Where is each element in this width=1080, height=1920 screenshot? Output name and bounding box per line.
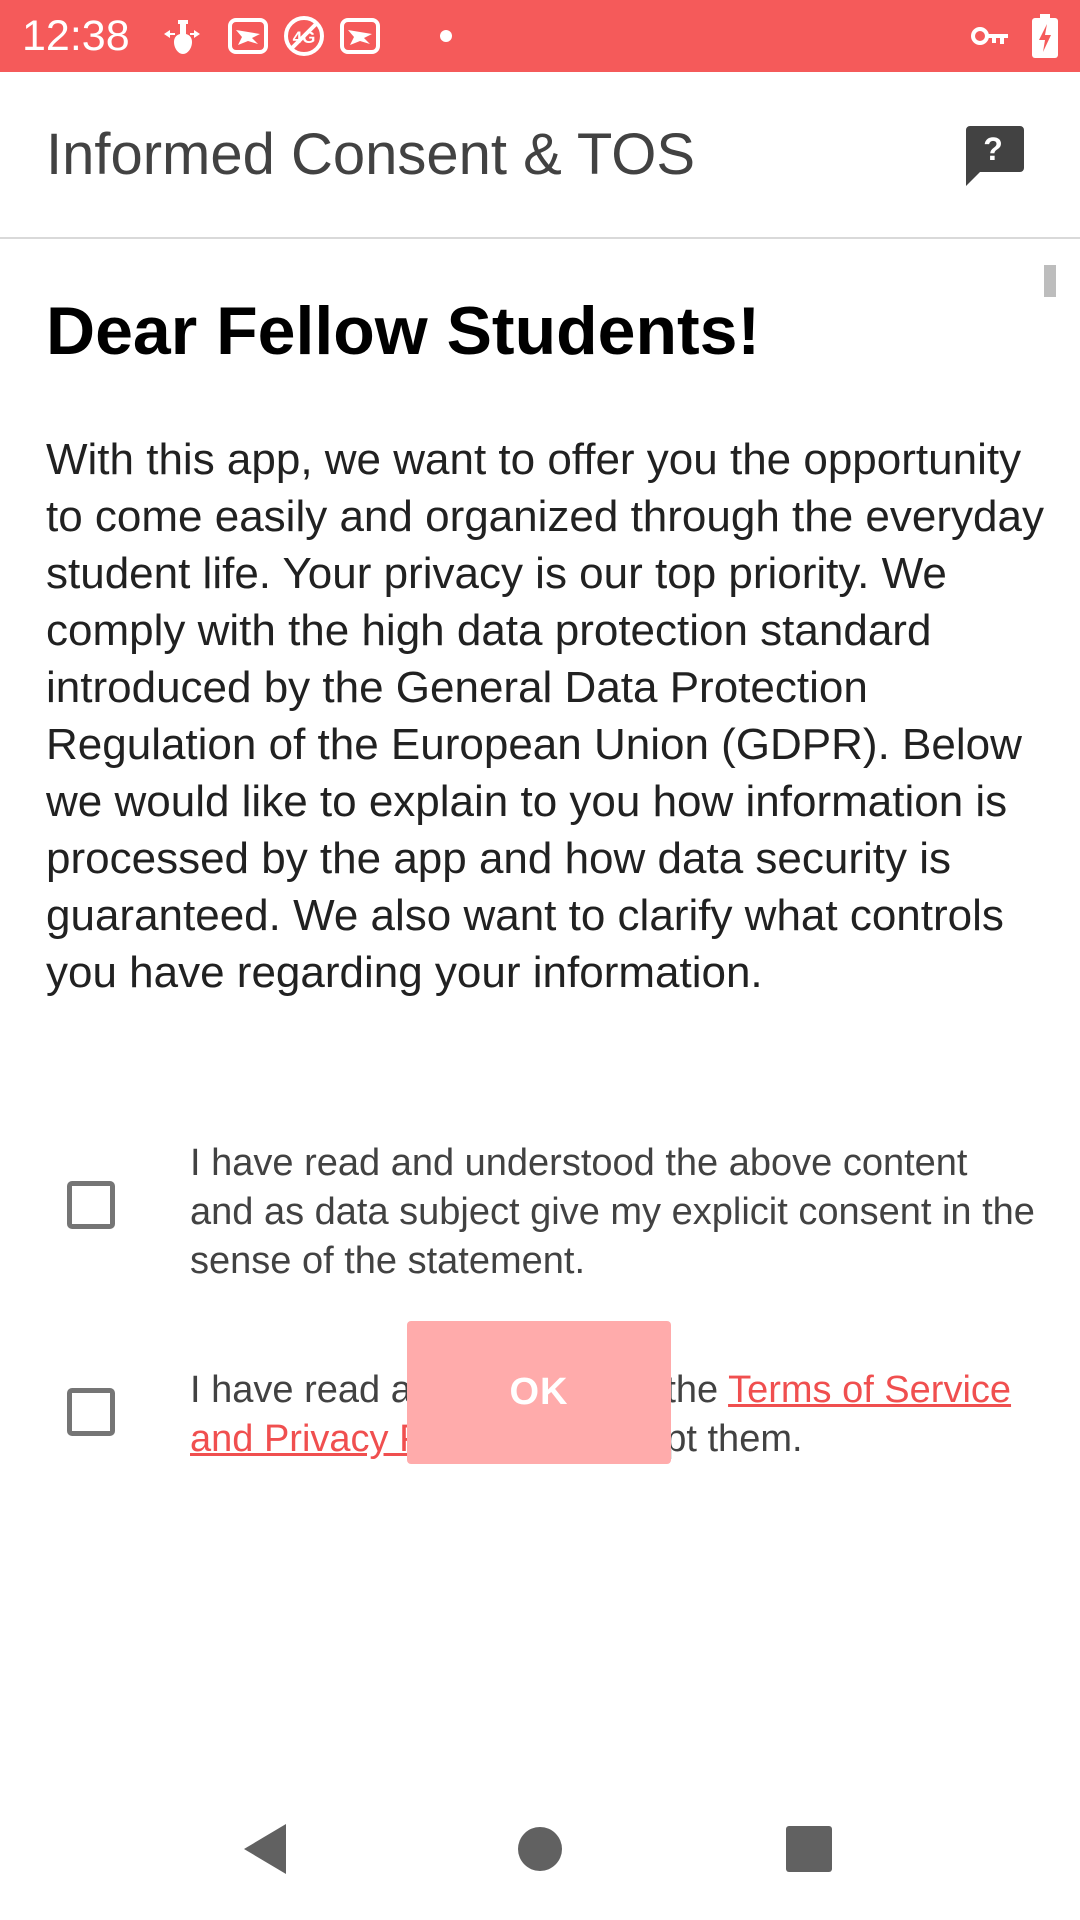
svg-text:4G: 4G [293,28,316,47]
status-time: 12:38 [22,12,130,60]
ok-button[interactable]: OK [407,1321,671,1464]
consent-checkbox[interactable] [67,1181,115,1229]
scrollbar[interactable] [1044,265,1056,297]
screen: 12:38 4G Informed Consent & TOS ? Dear F… [0,0,1080,1920]
consent-intro-text: With this app, we want to offer you the … [46,435,1044,997]
no-4g-icon: 4G [284,16,324,56]
help-icon-symbol: ? [983,131,1003,167]
recents-icon[interactable] [786,1826,832,1872]
status-bar: 12:38 4G [0,0,1080,72]
battery-charging-icon [1032,14,1058,58]
navigation-bar [0,1760,1080,1920]
usb-icon [164,20,200,54]
page-title: Informed Consent & TOS [46,122,696,187]
consent-content[interactable]: Dear Fellow Students! With this app, we … [0,239,1080,1759]
help-icon[interactable]: ? [960,124,1026,190]
home-icon[interactable] [517,1826,563,1872]
consent-checkbox-label: I have read and understood the above con… [190,1142,1035,1282]
notification-icon [340,18,380,54]
vpn-key-icon [971,27,1008,45]
notification-icon [228,18,268,54]
app-bar: Informed Consent & TOS ? [0,72,1080,239]
dot-icon [440,30,452,42]
back-icon[interactable] [240,1822,290,1876]
consent-heading: Dear Fellow Students! [46,293,761,369]
tos-checkbox[interactable] [67,1388,115,1436]
